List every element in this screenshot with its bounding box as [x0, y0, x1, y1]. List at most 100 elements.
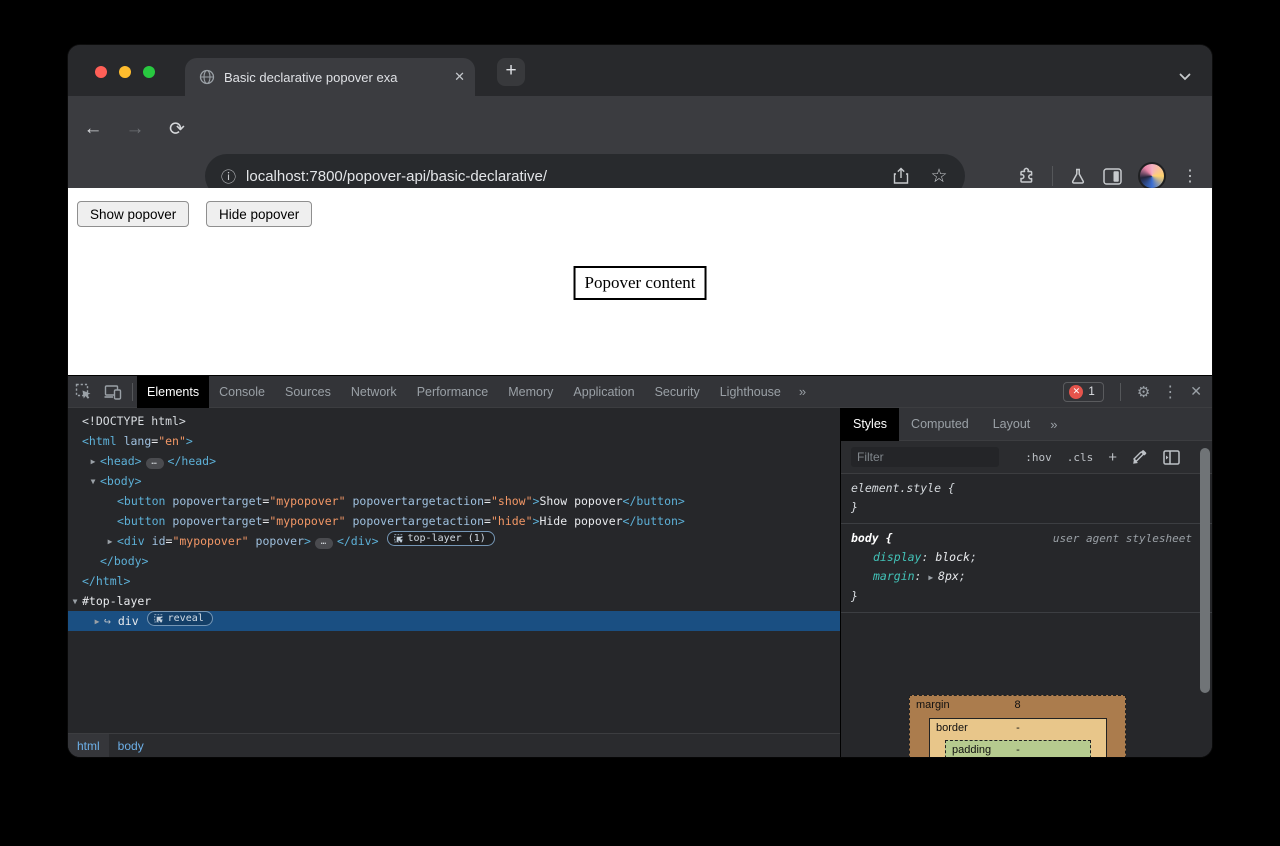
devtools-settings-icon[interactable]: ⚙: [1137, 383, 1150, 401]
toolbar-separator: [132, 383, 133, 401]
devtools-tab-elements[interactable]: Elements: [137, 376, 209, 408]
console-error-badge[interactable]: ✕ 1: [1063, 382, 1103, 402]
back-button[interactable]: ←: [80, 116, 106, 142]
selector-body[interactable]: body: [851, 531, 879, 545]
expand-arrow-icon[interactable]: ▶: [90, 612, 104, 632]
style-property-display[interactable]: display: block;: [851, 548, 1202, 567]
page-content: Show popover Hide popover Popover conten…: [68, 188, 1212, 375]
breadcrumb: htmlbody: [68, 733, 840, 757]
devtools-tab-lighthouse[interactable]: Lighthouse: [710, 376, 791, 408]
box-model-border[interactable]: border - - - padding - - - - 924×21.500: [929, 718, 1107, 757]
show-popover-button[interactable]: Show popover: [77, 201, 189, 227]
styles-scrollbar[interactable]: [1200, 444, 1210, 754]
devtools-tab-memory[interactable]: Memory: [498, 376, 563, 408]
sidebar-more-tabs-button[interactable]: »: [1042, 417, 1064, 432]
style-rule-body[interactable]: user agent stylesheet body { display: bl…: [841, 524, 1212, 613]
sidebar-tab-computed[interactable]: Computed: [899, 408, 981, 441]
toggle-sidebar-icon[interactable]: [1163, 450, 1180, 465]
devtools-tab-application[interactable]: Application: [563, 376, 644, 408]
code-token: >: [304, 534, 311, 548]
breadcrumb-html[interactable]: html: [68, 734, 109, 758]
border-label: border: [936, 722, 968, 734]
code-token: [249, 534, 256, 548]
bookmark-star-icon[interactable]: ☆: [927, 164, 951, 188]
code-token: </button>: [623, 494, 685, 508]
scrollbar-thumb[interactable]: [1200, 448, 1210, 693]
expand-children-button[interactable]: …: [146, 458, 164, 469]
box-model-diagram[interactable]: margin 8 8 8 border - - - padding -: [909, 695, 1126, 757]
site-info-icon[interactable]: ⓘ: [221, 166, 236, 187]
code-token: "mypopover": [269, 514, 345, 528]
devtools-tab-network[interactable]: Network: [341, 376, 407, 408]
collapse-arrow-icon[interactable]: ▼: [86, 472, 100, 492]
browser-tab[interactable]: Basic declarative popover exa ✕: [185, 58, 475, 96]
new-tab-button[interactable]: +: [497, 58, 525, 86]
expand-shorthand-icon[interactable]: ▶: [928, 573, 938, 582]
url-text[interactable]: localhost:7800/popover-api/basic-declara…: [246, 168, 875, 185]
margin-top-value[interactable]: 8: [1014, 699, 1020, 711]
dom-tree-row[interactable]: ▶<head>…</head>: [68, 451, 840, 471]
closing-brace: }: [851, 498, 1202, 517]
breadcrumb-body[interactable]: body: [109, 734, 153, 758]
extensions-icon[interactable]: [1016, 166, 1036, 186]
devtools-toolbar-right: ✕ 1 ⚙ ⋮ ✕: [1063, 382, 1212, 402]
dom-tree-row[interactable]: <html lang="en">: [68, 431, 840, 451]
browser-menu-icon[interactable]: ⋮: [1182, 166, 1198, 186]
badge-reveal[interactable]: reveal: [147, 611, 213, 626]
tab-search-button[interactable]: [1172, 64, 1198, 90]
styles-filter-input[interactable]: Filter: [851, 447, 999, 467]
new-style-rule-button[interactable]: +: [1108, 449, 1117, 466]
dom-tree-row[interactable]: ▼<body>: [68, 471, 840, 491]
sidebar-tab-styles[interactable]: Styles: [841, 408, 899, 441]
devtools-close-icon[interactable]: ✕: [1190, 383, 1202, 400]
device-toolbar-icon[interactable]: [98, 379, 128, 405]
code-token: </head>: [168, 454, 216, 468]
dom-tree-row[interactable]: <!DOCTYPE html>: [68, 411, 840, 431]
dom-tree-row[interactable]: ▶<div id="mypopover" popover>…</div>top-…: [68, 531, 840, 551]
forward-button[interactable]: →: [122, 116, 148, 142]
border-top-value[interactable]: -: [1016, 722, 1020, 734]
expand-arrow-icon[interactable]: ▶: [86, 452, 100, 472]
collapse-arrow-icon[interactable]: ▼: [68, 592, 82, 612]
pseudo-button-hov[interactable]: :hov: [1025, 451, 1052, 464]
closing-brace: }: [851, 587, 1202, 606]
box-model-padding[interactable]: padding - - - - 924×21.500: [945, 740, 1091, 757]
tab-close-icon[interactable]: ✕: [454, 69, 465, 85]
devtools-tab-sources[interactable]: Sources: [275, 376, 341, 408]
dom-tree: <!DOCTYPE html><html lang="en">▶<head>…<…: [68, 408, 840, 733]
flask-icon[interactable]: [1069, 167, 1087, 185]
selector-element-style[interactable]: element.style {: [851, 481, 955, 495]
devtools-tab-security[interactable]: Security: [645, 376, 710, 408]
box-model-margin[interactable]: margin 8 8 8 border - - - padding -: [909, 695, 1126, 757]
more-tabs-button[interactable]: »: [791, 384, 813, 399]
dom-tree-row[interactable]: </body>: [68, 551, 840, 571]
devtools-tab-performance[interactable]: Performance: [407, 376, 499, 408]
style-rule-element-style[interactable]: element.style { }: [841, 474, 1212, 524]
window-minimize-button[interactable]: [119, 66, 131, 78]
profile-avatar[interactable]: [1138, 162, 1166, 190]
side-panel-icon[interactable]: [1103, 168, 1122, 185]
devtools-menu-icon[interactable]: ⋮: [1162, 382, 1178, 402]
code-token: =: [484, 494, 491, 508]
style-property-margin[interactable]: margin: ▶ 8px;: [851, 567, 1202, 587]
window-zoom-button[interactable]: [143, 66, 155, 78]
dom-tree-row[interactable]: <button popovertarget="mypopover" popove…: [68, 491, 840, 511]
pseudo-button-cls[interactable]: .cls: [1067, 451, 1094, 464]
expand-children-button[interactable]: …: [315, 538, 333, 549]
expand-arrow-icon[interactable]: ▶: [103, 532, 117, 552]
share-icon[interactable]: [889, 164, 913, 188]
hide-popover-button[interactable]: Hide popover: [206, 201, 312, 227]
code-token: id: [152, 534, 166, 548]
reload-button[interactable]: ⟳: [164, 116, 190, 142]
window-close-button[interactable]: [95, 66, 107, 78]
rendering-brush-icon[interactable]: [1132, 449, 1148, 465]
dom-tree-row-selected[interactable]: ▶↪ divreveal: [68, 611, 840, 631]
badge-top-layer[interactable]: top-layer (1): [387, 531, 495, 546]
sidebar-tab-layout[interactable]: Layout: [981, 408, 1043, 441]
dom-tree-row[interactable]: </html>: [68, 571, 840, 591]
code-token: [117, 434, 124, 448]
padding-top-value[interactable]: -: [1016, 744, 1020, 756]
inspect-element-icon[interactable]: [68, 379, 98, 405]
devtools-tab-console[interactable]: Console: [209, 376, 275, 408]
style-properties: display: block;margin: ▶ 8px;: [851, 548, 1202, 587]
